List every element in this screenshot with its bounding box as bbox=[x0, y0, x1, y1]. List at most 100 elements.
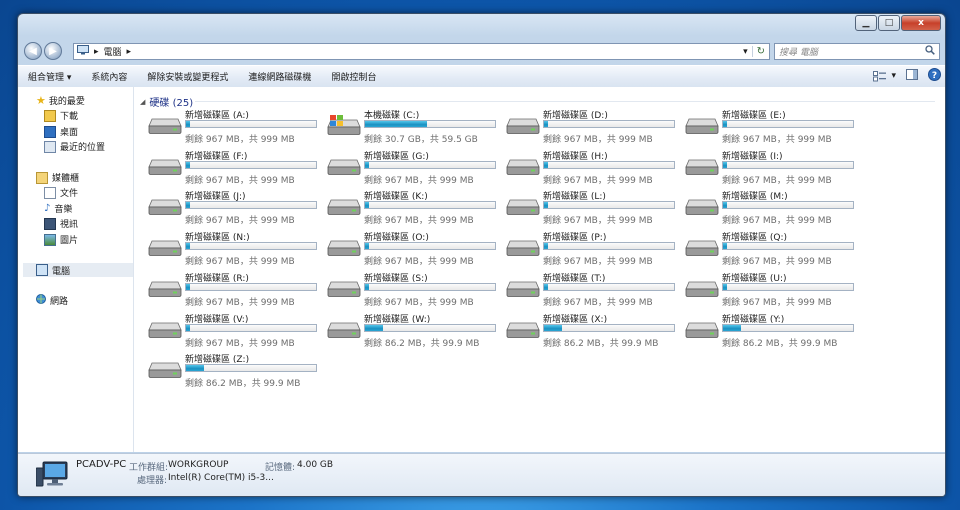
hard-drive-icon bbox=[506, 118, 540, 137]
recent-places-icon bbox=[44, 140, 56, 153]
sidebar-item-downloads[interactable]: 下載 bbox=[44, 109, 78, 122]
drive-tile[interactable]: 新增磁碟區 (M:) 剩餘 967 MB，共 999 MB bbox=[681, 188, 856, 226]
drive-free-space: 剩餘 86.2 MB，共 99.9 MB bbox=[543, 338, 659, 349]
drive-usage-fill bbox=[544, 324, 563, 331]
workgroup-label: 工作群組: bbox=[129, 463, 169, 473]
hard-drive-icon bbox=[685, 322, 719, 341]
drive-usage-fill bbox=[544, 283, 548, 290]
drive-usage-bar bbox=[543, 323, 675, 332]
drive-tile[interactable]: 新增磁碟區 (W:) 剩餘 86.2 MB，共 99.9 MB bbox=[323, 311, 498, 349]
drive-usage-bar bbox=[364, 323, 496, 332]
drive-tile[interactable]: 新增磁碟區 (L:) 剩餘 967 MB，共 999 MB bbox=[502, 188, 677, 226]
drive-tile[interactable]: 新增磁碟區 (T:) 剩餘 967 MB，共 999 MB bbox=[502, 270, 677, 308]
drive-usage-fill bbox=[365, 202, 369, 209]
uninstall-program-button[interactable]: 解除安裝或變更程式 bbox=[137, 70, 238, 83]
hard-drive-icon bbox=[685, 281, 719, 300]
sidebar-item-desktop[interactable]: 桌面 bbox=[44, 125, 78, 138]
sidebar-item-pictures[interactable]: 圖片 bbox=[44, 233, 78, 246]
drive-tile[interactable]: 新增磁碟區 (U:) 剩餘 967 MB，共 999 MB bbox=[681, 270, 856, 308]
computer-icon bbox=[36, 264, 48, 276]
caption-buttons: ▁ □ x bbox=[855, 15, 941, 31]
file-pane: ◢ 硬碟 (25) 新增磁碟區 (A:) 剩餘 967 MB，共 999 MB 本機… bbox=[135, 87, 943, 452]
hard-drive-icon bbox=[327, 240, 361, 259]
drive-usage-fill bbox=[365, 324, 384, 331]
drive-free-space: 剩餘 967 MB，共 999 MB bbox=[722, 175, 832, 186]
sidebar-item-music[interactable]: ♪ 音樂 bbox=[44, 202, 72, 215]
back-button[interactable]: ◀ bbox=[24, 42, 42, 60]
open-control-panel-button[interactable]: 開啟控制台 bbox=[321, 70, 386, 83]
drive-tile[interactable]: 新增磁碟區 (S:) 剩餘 967 MB，共 999 MB bbox=[323, 270, 498, 308]
drive-tile[interactable]: 新增磁碟區 (A:) 剩餘 967 MB，共 999 MB bbox=[144, 107, 319, 145]
refresh-icon[interactable]: ↻ bbox=[751, 46, 769, 57]
drive-tile[interactable]: 新增磁碟區 (D:) 剩餘 967 MB，共 999 MB bbox=[502, 107, 677, 145]
hard-drive-icon bbox=[685, 159, 719, 178]
drive-tile[interactable]: 新增磁碟區 (K:) 剩餘 967 MB，共 999 MB bbox=[323, 188, 498, 226]
memory-value: 4.00 GB bbox=[297, 460, 334, 470]
drive-usage-bar bbox=[364, 242, 496, 251]
organize-button[interactable]: 組合管理 ▾ bbox=[18, 70, 81, 83]
hard-drive-icon bbox=[148, 159, 182, 178]
view-dropdown-icon[interactable]: ▾ bbox=[891, 71, 896, 81]
drive-tile[interactable]: 新增磁碟區 (R:) 剩餘 967 MB，共 999 MB bbox=[144, 270, 319, 308]
hard-drive-icon bbox=[148, 240, 182, 259]
drive-usage-bar bbox=[722, 120, 854, 128]
pc-name: PCADV-PC bbox=[76, 459, 127, 470]
drive-tile[interactable]: 新增磁碟區 (Q:) 剩餘 967 MB，共 999 MB bbox=[681, 229, 856, 267]
sidebar-item-network[interactable]: 網路 bbox=[36, 294, 68, 307]
help-icon[interactable]: ? bbox=[928, 68, 941, 84]
search-icon[interactable] bbox=[925, 45, 939, 58]
close-button[interactable]: x bbox=[901, 15, 941, 31]
videos-icon bbox=[44, 217, 56, 230]
preview-pane-button[interactable] bbox=[906, 69, 918, 83]
address-bar[interactable]: ▸ 電腦 ▸ ▾ ↻ bbox=[73, 43, 770, 60]
drive-tile[interactable]: 新增磁碟區 (V:) 剩餘 967 MB，共 999 MB bbox=[144, 311, 319, 349]
drive-tile[interactable]: 新增磁碟區 (X:) 剩餘 86.2 MB，共 99.9 MB bbox=[502, 311, 677, 349]
drive-tile[interactable]: 新增磁碟區 (P:) 剩餘 967 MB，共 999 MB bbox=[502, 229, 677, 267]
maximize-button[interactable]: □ bbox=[878, 15, 900, 31]
collapse-arrow-icon[interactable]: ◢ bbox=[140, 98, 145, 106]
drive-tile[interactable]: 新增磁碟區 (Y:) 剩餘 86.2 MB，共 99.9 MB bbox=[681, 311, 856, 349]
forward-button[interactable]: ▶ bbox=[44, 42, 62, 60]
breadcrumb-chevron-icon[interactable]: ▸ bbox=[127, 47, 132, 57]
address-dropdown-icon[interactable]: ▾ bbox=[739, 47, 752, 57]
sidebar-item-favorites[interactable]: ★ 我的最愛 bbox=[36, 94, 85, 107]
drive-usage-fill bbox=[186, 243, 190, 250]
drive-tile[interactable]: 新增磁碟區 (I:) 剩餘 967 MB，共 999 MB bbox=[681, 148, 856, 186]
drive-tile[interactable]: 本機磁碟 (C:) 剩餘 30.7 GB，共 59.5 GB bbox=[323, 107, 498, 145]
sidebar-item-videos[interactable]: 視訊 bbox=[44, 217, 78, 230]
hard-drive-icon bbox=[685, 199, 719, 218]
view-tiles-icon bbox=[873, 70, 887, 81]
drive-free-space: 剩餘 86.2 MB，共 99.9 MB bbox=[722, 338, 838, 349]
sidebar-item-computer[interactable]: 電腦 bbox=[23, 263, 133, 277]
breadcrumb-computer[interactable]: 電腦 bbox=[104, 45, 122, 58]
sidebar-item-recent[interactable]: 最近的位置 bbox=[44, 140, 105, 153]
minimize-button[interactable]: ▁ bbox=[855, 15, 877, 31]
drive-tile[interactable]: 新增磁碟區 (F:) 剩餘 967 MB，共 999 MB bbox=[144, 148, 319, 186]
network-icon bbox=[36, 294, 46, 307]
sidebar-item-libraries[interactable]: 媒體櫃 bbox=[36, 171, 79, 184]
search-box[interactable]: 搜尋 電腦 bbox=[774, 43, 940, 60]
hard-drive-icon bbox=[685, 118, 719, 137]
search-input[interactable]: 搜尋 電腦 bbox=[775, 45, 925, 58]
drive-tile[interactable]: 新增磁碟區 (H:) 剩餘 967 MB，共 999 MB bbox=[502, 148, 677, 186]
drive-tile[interactable]: 新增磁碟區 (Z:) 剩餘 86.2 MB，共 99.9 MB bbox=[144, 351, 319, 389]
system-properties-button[interactable]: 系統內容 bbox=[81, 70, 137, 83]
drive-usage-bar bbox=[185, 282, 317, 291]
drive-tile[interactable]: 新增磁碟區 (J:) 剩餘 967 MB，共 999 MB bbox=[144, 188, 319, 226]
drive-tile[interactable]: 新增磁碟區 (O:) 剩餘 967 MB，共 999 MB bbox=[323, 229, 498, 267]
drive-free-space: 剩餘 967 MB，共 999 MB bbox=[185, 135, 295, 145]
drive-free-space: 剩餘 967 MB，共 999 MB bbox=[543, 297, 653, 308]
system-drive-icon bbox=[327, 115, 361, 138]
star-icon: ★ bbox=[36, 94, 46, 107]
drive-free-space: 剩餘 86.2 MB，共 99.9 MB bbox=[185, 379, 301, 390]
drive-usage-fill bbox=[723, 121, 727, 127]
drive-tile[interactable]: 新增磁碟區 (N:) 剩餘 967 MB，共 999 MB bbox=[144, 229, 319, 267]
drive-tile[interactable]: 新增磁碟區 (E:) 剩餘 967 MB，共 999 MB bbox=[681, 107, 856, 145]
map-network-drive-button[interactable]: 連線網路磁碟機 bbox=[238, 70, 321, 83]
hard-drive-icon bbox=[327, 159, 361, 178]
sidebar-label: 音樂 bbox=[54, 205, 73, 215]
address-root-arrow[interactable]: ▸ bbox=[94, 47, 99, 57]
drive-tile[interactable]: 新增磁碟區 (G:) 剩餘 967 MB，共 999 MB bbox=[323, 148, 498, 186]
change-view-button[interactable]: ▾ bbox=[873, 70, 896, 82]
sidebar-item-documents[interactable]: 文件 bbox=[44, 186, 78, 199]
